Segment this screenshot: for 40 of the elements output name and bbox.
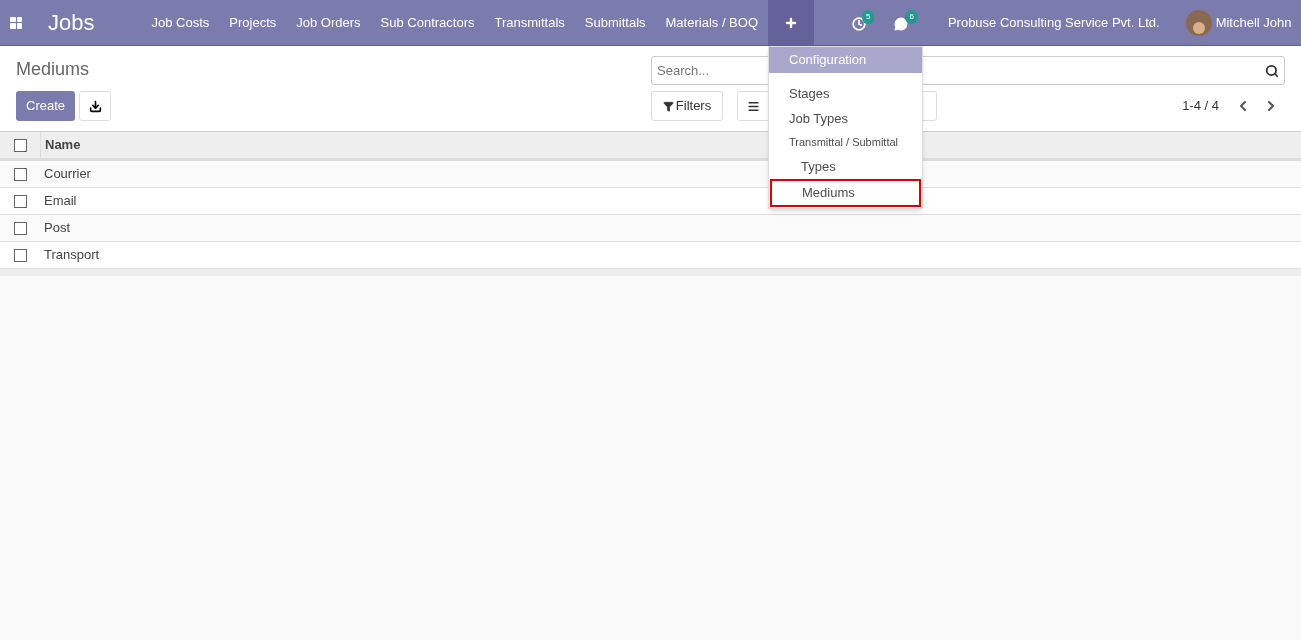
table-cell-text: Courrier <box>43 165 91 184</box>
user-name[interactable]: Mitchell John <box>1215 12 1292 33</box>
nav-menu-item[interactable]: Projects <box>219 12 287 33</box>
nav-menu-item[interactable]: Submittals <box>574 12 656 33</box>
nav-menu-item[interactable]: Job Orders <box>286 12 371 33</box>
plus-icon <box>784 15 798 30</box>
apps-icon[interactable] <box>10 16 22 29</box>
nav-menu-item[interactable]: Transmittals <box>484 12 575 33</box>
dropdown-item[interactable]: Mediums <box>770 179 921 207</box>
dropdown-section-label: Transmittal / Submittal <box>788 135 899 151</box>
messages-icon[interactable] <box>894 17 909 31</box>
download-icon <box>88 99 102 113</box>
dropdown-item[interactable]: Job Types <box>769 106 922 131</box>
download-button[interactable] <box>79 91 112 121</box>
filter-icon <box>662 100 674 112</box>
company-name[interactable]: Probuse Consulting Service Pvt. Ltd. <box>947 12 1160 33</box>
list-icon <box>747 99 760 113</box>
dropdown-header: Configuration <box>769 47 922 73</box>
activity-icon[interactable] <box>852 17 866 31</box>
checkbox[interactable] <box>13 221 27 235</box>
checkbox[interactable] <box>13 167 27 181</box>
nav-menu-item[interactable]: Materials / BOQ <box>655 12 768 33</box>
page-title: Mediums <box>16 58 91 81</box>
app-title: Jobs <box>48 9 95 37</box>
create-button[interactable]: Create <box>16 91 76 121</box>
nav-menu-item[interactable]: Job Costs <box>141 12 220 33</box>
nav-menu-item[interactable]: Sub Contractors <box>370 12 485 33</box>
checkbox[interactable] <box>13 248 27 262</box>
table-cell-text: Email <box>43 192 77 211</box>
checkbox[interactable] <box>13 194 27 208</box>
search-icon <box>1265 63 1279 78</box>
table-cell-text: Transport <box>43 246 100 265</box>
column-header[interactable]: Name <box>40 132 81 158</box>
dropdown-item[interactable]: Types <box>769 154 922 179</box>
table-cell-text: Post <box>43 219 70 238</box>
messages-count-badge: 6 <box>905 10 918 24</box>
pager-value[interactable]: 1-4 / 4 <box>1182 96 1219 116</box>
filters-button[interactable]: Filters <box>651 91 723 121</box>
checkbox[interactable] <box>13 138 27 152</box>
activity-count-badge: 5 <box>862 10 875 24</box>
